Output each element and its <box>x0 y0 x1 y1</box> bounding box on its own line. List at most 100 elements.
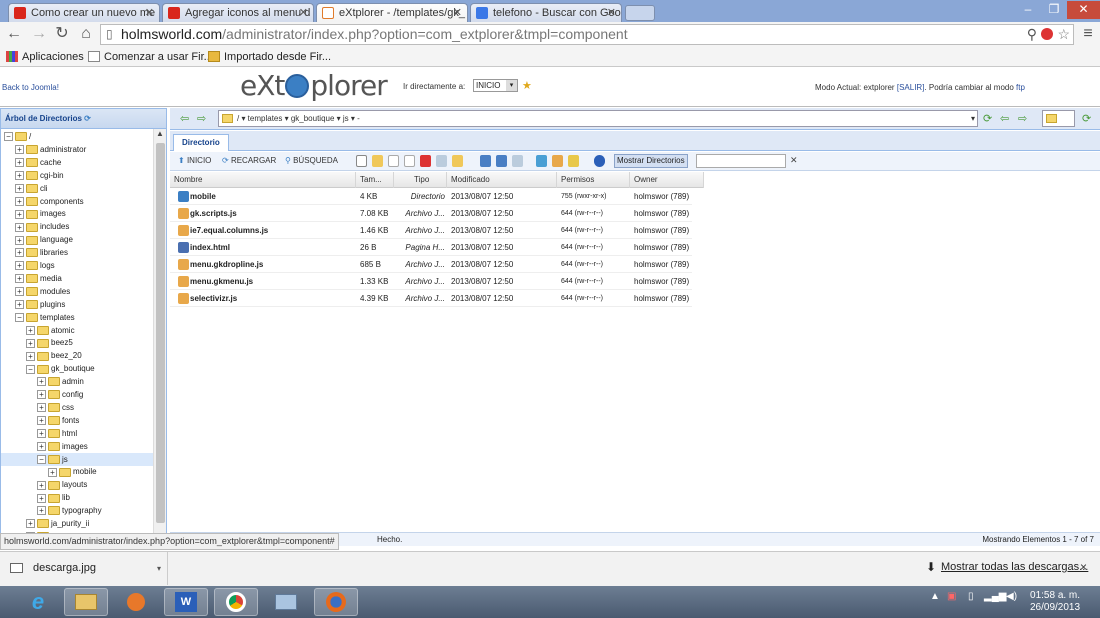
close-window-icon[interactable]: ✕ <box>1067 1 1100 19</box>
tree-node[interactable]: + libraries <box>15 246 68 259</box>
chevron-down-icon[interactable]: ▾ <box>157 552 161 585</box>
search-icon[interactable]: ⚲ <box>1027 25 1037 44</box>
minimize-icon[interactable]: – <box>1015 1 1041 19</box>
expand-icon[interactable]: + <box>37 493 46 503</box>
bookmark-apps[interactable]: Aplicaciones <box>4 49 84 65</box>
file-row[interactable]: gk.scripts.js 7.08 KB Archivo J... 2013/08/… <box>170 205 692 222</box>
view-icon[interactable] <box>480 155 491 167</box>
home-icon[interactable]: ⌂ <box>77 25 95 43</box>
edit-icon[interactable] <box>372 155 383 167</box>
ftp-mode-link[interactable]: ftp <box>1016 83 1025 92</box>
secondary-path-combobox[interactable] <box>1042 110 1075 127</box>
column-header-type[interactable]: Tipo <box>394 172 447 188</box>
show-directories-toggle[interactable]: Mostrar Directorios <box>614 154 688 168</box>
tree-node[interactable]: + atomic <box>26 324 75 337</box>
battery-icon[interactable]: ▯ <box>968 591 974 602</box>
collapse-icon[interactable]: − <box>26 364 35 374</box>
new-tab-button[interactable] <box>625 5 655 21</box>
ie-taskbar-icon[interactable]: e <box>16 588 60 616</box>
file-row[interactable]: ie7.equal.columns.js 1.46 KB Archivo J... 2… <box>170 222 692 239</box>
tree-node[interactable]: − / <box>4 130 31 143</box>
filter-input[interactable] <box>696 154 786 168</box>
expand-icon[interactable]: + <box>37 403 46 413</box>
forward-arrow-icon[interactable]: ⇨ <box>1018 112 1027 126</box>
download-icon[interactable] <box>496 155 507 167</box>
expand-icon[interactable]: + <box>37 429 46 439</box>
tree-node[interactable]: + plugins <box>15 298 65 311</box>
tree-node[interactable]: + fonts <box>37 414 79 427</box>
column-header-name[interactable]: Nombre <box>170 172 356 188</box>
expand-icon[interactable]: + <box>15 196 24 206</box>
tree-node[interactable]: + language <box>15 233 73 246</box>
file-row[interactable]: menu.gkmenu.js 1.33 KB Archivo J... 2013/08… <box>170 273 692 290</box>
extension-icon[interactable] <box>1041 28 1053 40</box>
column-header-size[interactable]: Tam... <box>356 172 394 188</box>
file-row[interactable]: menu.gkdropline.js 685 B Archivo J... 2013/… <box>170 256 692 273</box>
bookmark-firefox-start[interactable]: Comenzar a usar Fir... <box>86 49 213 65</box>
chrome-taskbar-icon[interactable] <box>214 588 258 616</box>
tree-node[interactable]: + css <box>37 401 74 414</box>
close-tab-icon[interactable]: ✕ <box>299 4 308 22</box>
firefox-taskbar-icon[interactable] <box>314 588 358 616</box>
browser-tab-2[interactable]: Agregar iconos al menu d ✕ <box>162 3 314 22</box>
column-header-permissions[interactable]: Permisos <box>557 172 630 188</box>
collapse-icon[interactable]: − <box>4 132 13 142</box>
expand-icon[interactable]: + <box>15 261 24 271</box>
explorer-taskbar-icon[interactable] <box>64 588 108 616</box>
tree-node[interactable]: + admin <box>37 375 84 388</box>
tree-node[interactable]: + beez5 <box>26 336 73 349</box>
expand-icon[interactable]: + <box>15 171 24 181</box>
favorite-star-icon[interactable]: ★ <box>522 79 532 92</box>
close-tab-icon[interactable]: ✕ <box>145 4 154 22</box>
expand-icon[interactable]: + <box>15 287 24 297</box>
file-row[interactable]: index.html 26 B Pagina H... 2013/08/07 12:5… <box>170 239 692 256</box>
taskbar-clock[interactable]: 01:58 a. m. 26/09/2013 <box>1030 590 1080 614</box>
expand-icon[interactable]: + <box>37 480 46 490</box>
archive-icon[interactable] <box>552 155 563 167</box>
expand-icon[interactable]: + <box>15 248 24 258</box>
tree-node[interactable]: + lib <box>37 491 70 504</box>
expand-icon[interactable]: + <box>15 145 24 155</box>
expand-icon[interactable]: + <box>15 222 24 232</box>
reload-icon[interactable]: ↻ <box>53 25 71 43</box>
expand-icon[interactable]: + <box>48 467 57 477</box>
scroll-thumb[interactable] <box>156 143 165 523</box>
column-header-modified[interactable]: Modificado <box>447 172 557 188</box>
transfer-icon[interactable] <box>536 155 547 167</box>
app-taskbar-icon[interactable] <box>114 588 158 616</box>
expand-icon[interactable]: + <box>37 416 46 426</box>
bookmark-star-icon[interactable]: ☆ <box>1057 25 1070 44</box>
tree-node[interactable]: − gk_boutique <box>26 362 95 375</box>
download-item[interactable]: descarga.jpg ▾ <box>0 552 168 585</box>
chmod-icon[interactable] <box>452 155 463 167</box>
tree-node[interactable]: + modules <box>15 285 70 298</box>
tree-node[interactable]: + ja_purity_ii <box>26 517 89 530</box>
bookmark-imported[interactable]: Importado desde Fir... <box>206 49 331 65</box>
collapse-icon[interactable]: − <box>37 454 46 464</box>
tree-node[interactable]: + html <box>37 427 77 440</box>
collapse-icon[interactable]: − <box>15 312 24 322</box>
show-all-downloads-link[interactable]: Mostrar todas las descargas... <box>941 561 1088 573</box>
tab-directorio[interactable]: Directorio <box>173 134 229 151</box>
forward-arrow-icon[interactable]: → <box>30 25 48 43</box>
expand-icon[interactable]: + <box>37 377 46 387</box>
forward-arrow-icon[interactable]: ⇨ <box>197 112 206 126</box>
tree-node[interactable]: + logs <box>15 259 55 272</box>
expand-icon[interactable]: + <box>15 235 24 245</box>
expand-icon[interactable]: + <box>37 390 46 400</box>
copy-icon[interactable] <box>388 155 399 167</box>
tree-node[interactable]: + mobile <box>48 465 97 478</box>
search-button[interactable]: ⚲ BÚSQUEDA <box>285 155 338 167</box>
back-arrow-icon[interactable]: ← <box>5 25 23 43</box>
close-shelf-icon[interactable]: × <box>1080 560 1087 574</box>
file-row[interactable]: selectivizr.js 4.39 KB Archivo J... 2013/08… <box>170 290 692 307</box>
tree-node[interactable]: + cache <box>15 156 61 169</box>
network-icon[interactable]: ▂▄▆ <box>984 591 1006 602</box>
back-arrow-icon[interactable]: ⇦ <box>180 112 189 126</box>
address-bar[interactable]: ▯ holmsworld.com/administrator/index.php… <box>100 24 1074 45</box>
tree-node[interactable]: + images <box>37 440 88 453</box>
help-icon[interactable] <box>594 155 605 167</box>
column-header-owner[interactable]: Owner <box>630 172 704 188</box>
tree-node[interactable]: + includes <box>15 220 69 233</box>
back-arrow-icon[interactable]: ⇦ <box>1000 112 1009 126</box>
